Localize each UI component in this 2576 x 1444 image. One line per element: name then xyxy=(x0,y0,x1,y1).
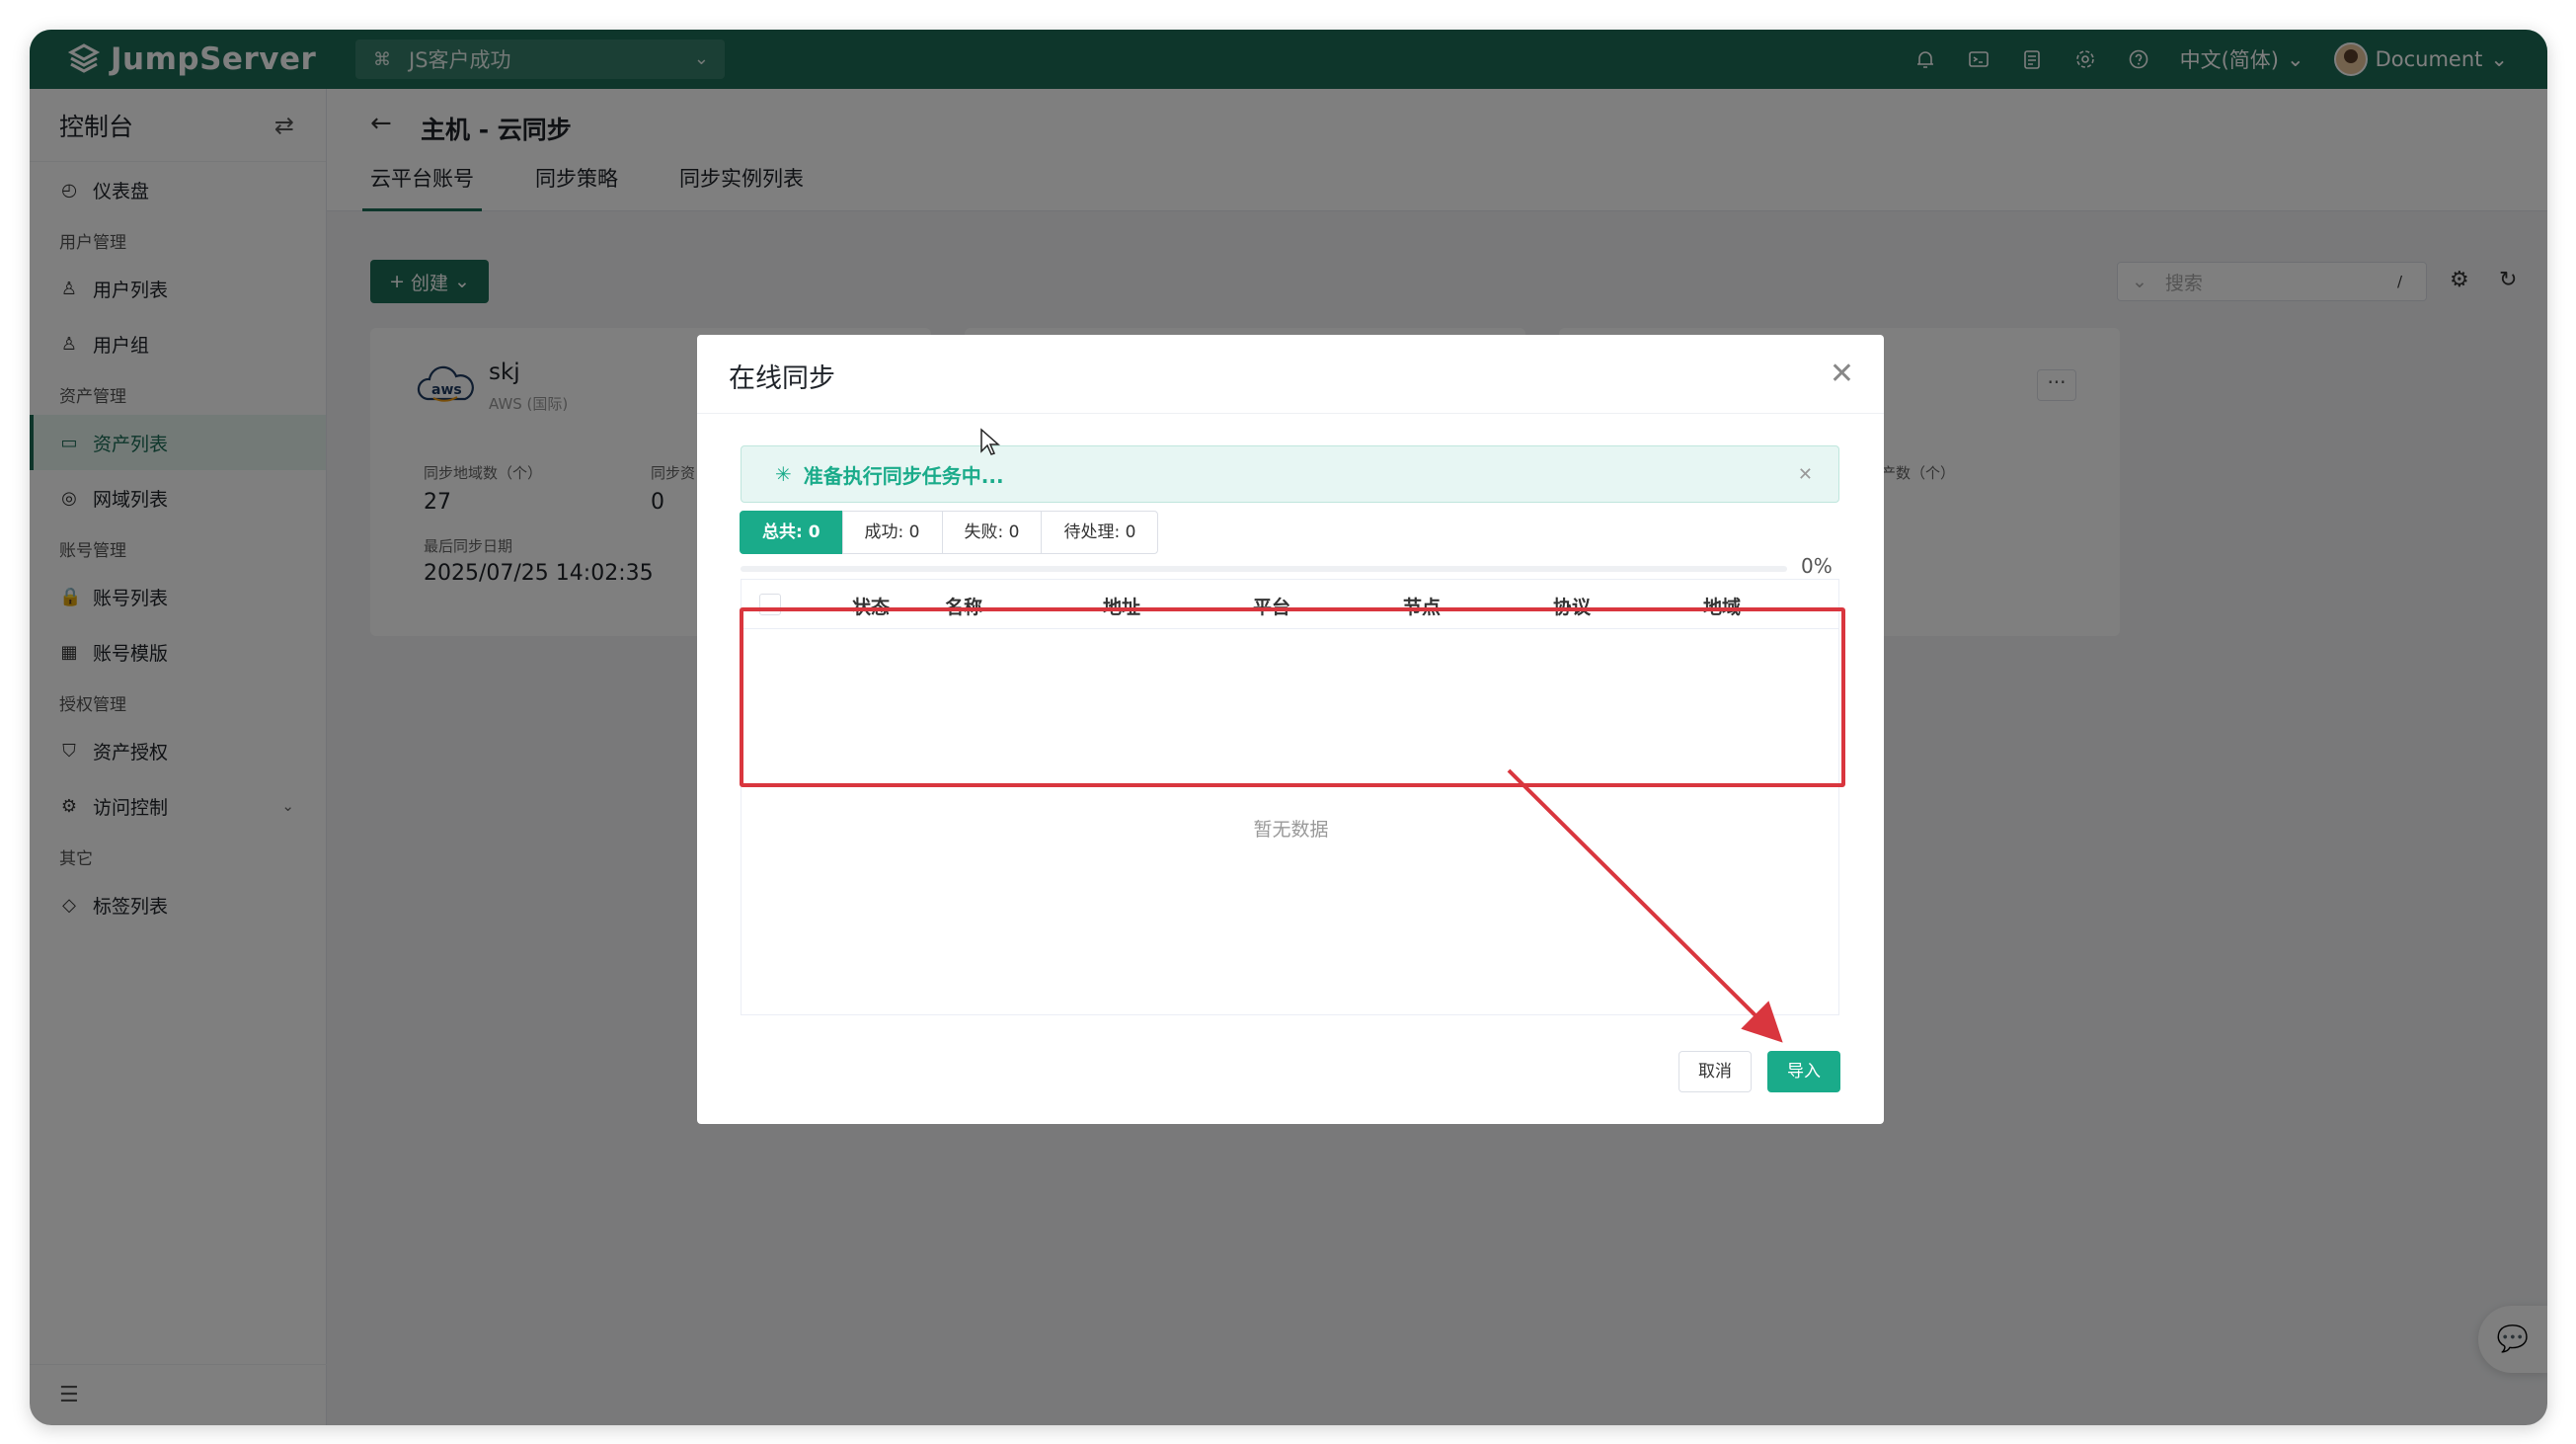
loading-icon: ✳ xyxy=(775,462,792,486)
alert-text: 准备执行同步任务中... xyxy=(803,463,1004,488)
dialog-title: 在线同步 xyxy=(729,363,835,394)
status-tab[interactable]: 成功: 0 xyxy=(841,511,943,554)
status-alert: ✳ 准备执行同步任务中... ✕ xyxy=(741,445,1839,503)
close-icon[interactable]: ✕ xyxy=(1830,357,1854,391)
status-tab[interactable]: 失败: 0 xyxy=(941,511,1043,554)
progress-bar xyxy=(741,566,1787,572)
status-tab[interactable]: 总共: 0 xyxy=(740,511,843,554)
mouse-cursor-icon xyxy=(980,428,1000,455)
cancel-button[interactable]: 取消 xyxy=(1678,1051,1752,1092)
app-window: JumpServer ⌘ JS客户成功 ⌄ 中文(简体) xyxy=(30,30,2547,1425)
empty-text: 暂无数据 xyxy=(1253,819,1329,841)
status-filter-tabs: 总共: 0 成功: 0 失败: 0 待处理: 0 xyxy=(740,511,1159,554)
status-tab[interactable]: 待处理: 0 xyxy=(1041,511,1159,554)
alert-close-icon[interactable]: ✕ xyxy=(1798,464,1813,485)
dialog-footer: 取消 导入 xyxy=(1678,1051,1840,1092)
import-button[interactable]: 导入 xyxy=(1767,1051,1840,1092)
online-sync-dialog: 在线同步 ✕ ✳ 准备执行同步任务中... ✕ 总共: 0 成功: 0 失败: 0待… xyxy=(697,335,1884,1124)
progress-percent: 0% xyxy=(1801,554,1833,578)
annotation-highlight-box xyxy=(740,607,1845,787)
dialog-header: 在线同步 ✕ xyxy=(697,335,1884,414)
